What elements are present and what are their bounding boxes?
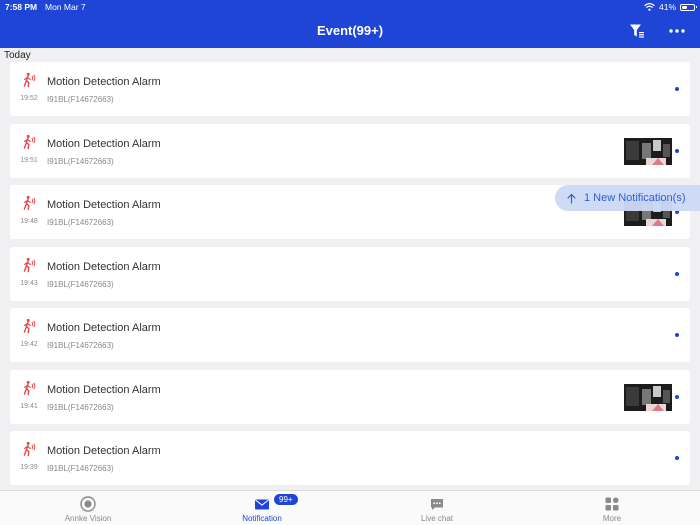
event-title: Motion Detection Alarm (47, 383, 161, 396)
camera-lens-icon (80, 496, 96, 512)
event-device: I91BL(F14672663) (47, 279, 114, 289)
event-device: I91BL(F14672663) (47, 95, 114, 104)
page-title: Event(99+) (316, 23, 384, 38)
event-list: 19:52 Motion Detection Alarm I91BL(F1467… (10, 62, 690, 493)
motion-alarm-icon (23, 257, 36, 272)
new-notification-toast[interactable]: 1 New Notification(s) (555, 185, 700, 211)
section-label-today: Today (4, 50, 31, 61)
unread-dot (675, 271, 679, 276)
event-device: I91BL(F14672663) (47, 156, 114, 166)
unread-dot (675, 333, 679, 337)
grid-icon (605, 497, 619, 511)
status-right: 41% (644, 2, 697, 12)
wifi-icon (644, 3, 655, 11)
tab-bar: Annke Vision 99+ Notification Live chat … (0, 490, 700, 525)
event-title: Motion Detection Alarm (47, 76, 161, 88)
event-title: Motion Detection Alarm (47, 199, 161, 211)
event-time: 19:42 (20, 341, 38, 348)
motion-alarm-icon (23, 318, 36, 334)
event-time: 19:41 (20, 402, 38, 410)
event-card[interactable]: 19:41 Motion Detection Alarm I91BL(F1467… (10, 369, 690, 424)
filter-icon[interactable] (629, 23, 645, 39)
tab-label: Live chat (420, 514, 454, 523)
envelope-icon (255, 499, 269, 510)
toast-text: 1 New Notification(s) (584, 192, 686, 204)
tab-label: Notification (242, 514, 282, 523)
event-time: 19:48 (20, 218, 38, 225)
battery-fill (682, 5, 687, 9)
event-card[interactable]: 19:42 Motion Detection Alarm I91BL(F1467… (10, 308, 690, 362)
event-title: Motion Detection Alarm (47, 322, 161, 334)
battery-icon (680, 3, 697, 11)
event-time: 19:43 (20, 279, 38, 287)
motion-alarm-icon (23, 72, 36, 88)
motion-alarm-icon (23, 441, 36, 457)
event-card[interactable]: 19:51 Motion Detection Alarm I91BL(F1467… (10, 123, 690, 178)
tab-more[interactable]: More (557, 491, 667, 525)
event-device: I91BL(F14672663) (47, 464, 114, 473)
motion-alarm-icon (23, 195, 36, 211)
status-time: 7:58 PM (5, 2, 38, 12)
tab-label: More (602, 514, 622, 523)
status-date: Mon Mar 7 (45, 2, 86, 12)
motion-alarm-icon (23, 380, 36, 395)
unread-dot (675, 148, 679, 153)
event-title: Motion Detection Alarm (47, 137, 161, 150)
arrow-up-icon (567, 193, 576, 204)
tab-live-chat[interactable]: Live chat (382, 491, 492, 525)
event-title: Motion Detection Alarm (47, 445, 161, 457)
event-device: I91BL(F14672663) (47, 402, 114, 412)
event-card[interactable]: 19:52 Motion Detection Alarm I91BL(F1467… (10, 62, 690, 116)
notification-badge: 99+ (273, 493, 299, 506)
event-time: 19:39 (20, 464, 38, 471)
event-title: Motion Detection Alarm (47, 260, 161, 273)
tab-label: Annke Vision (64, 514, 112, 523)
event-thumbnail[interactable] (624, 383, 672, 411)
unread-dot (675, 456, 679, 460)
motion-alarm-icon (23, 134, 36, 149)
event-thumbnail[interactable] (624, 137, 672, 165)
unread-dot (675, 394, 679, 399)
event-card[interactable]: 19:43 Motion Detection Alarm I91BL(F1467… (10, 246, 690, 301)
chat-bubble-icon (431, 499, 443, 510)
nav-bar: Event(99+) (0, 14, 700, 48)
more-icon[interactable] (668, 23, 686, 39)
unread-dot (675, 87, 679, 91)
event-device: I91BL(F14672663) (47, 218, 114, 227)
tab-annke-vision[interactable]: Annke Vision (33, 491, 143, 525)
tab-notification[interactable]: 99+ Notification (207, 491, 317, 525)
status-bar: 7:58 PM Mon Mar 7 41% (0, 0, 700, 14)
event-card[interactable]: 19:39 Motion Detection Alarm I91BL(F1467… (10, 431, 690, 485)
event-device: I91BL(F14672663) (47, 341, 114, 350)
event-time: 19:51 (20, 156, 38, 164)
event-time: 19:52 (20, 95, 38, 102)
battery-percent: 41% (658, 2, 676, 12)
